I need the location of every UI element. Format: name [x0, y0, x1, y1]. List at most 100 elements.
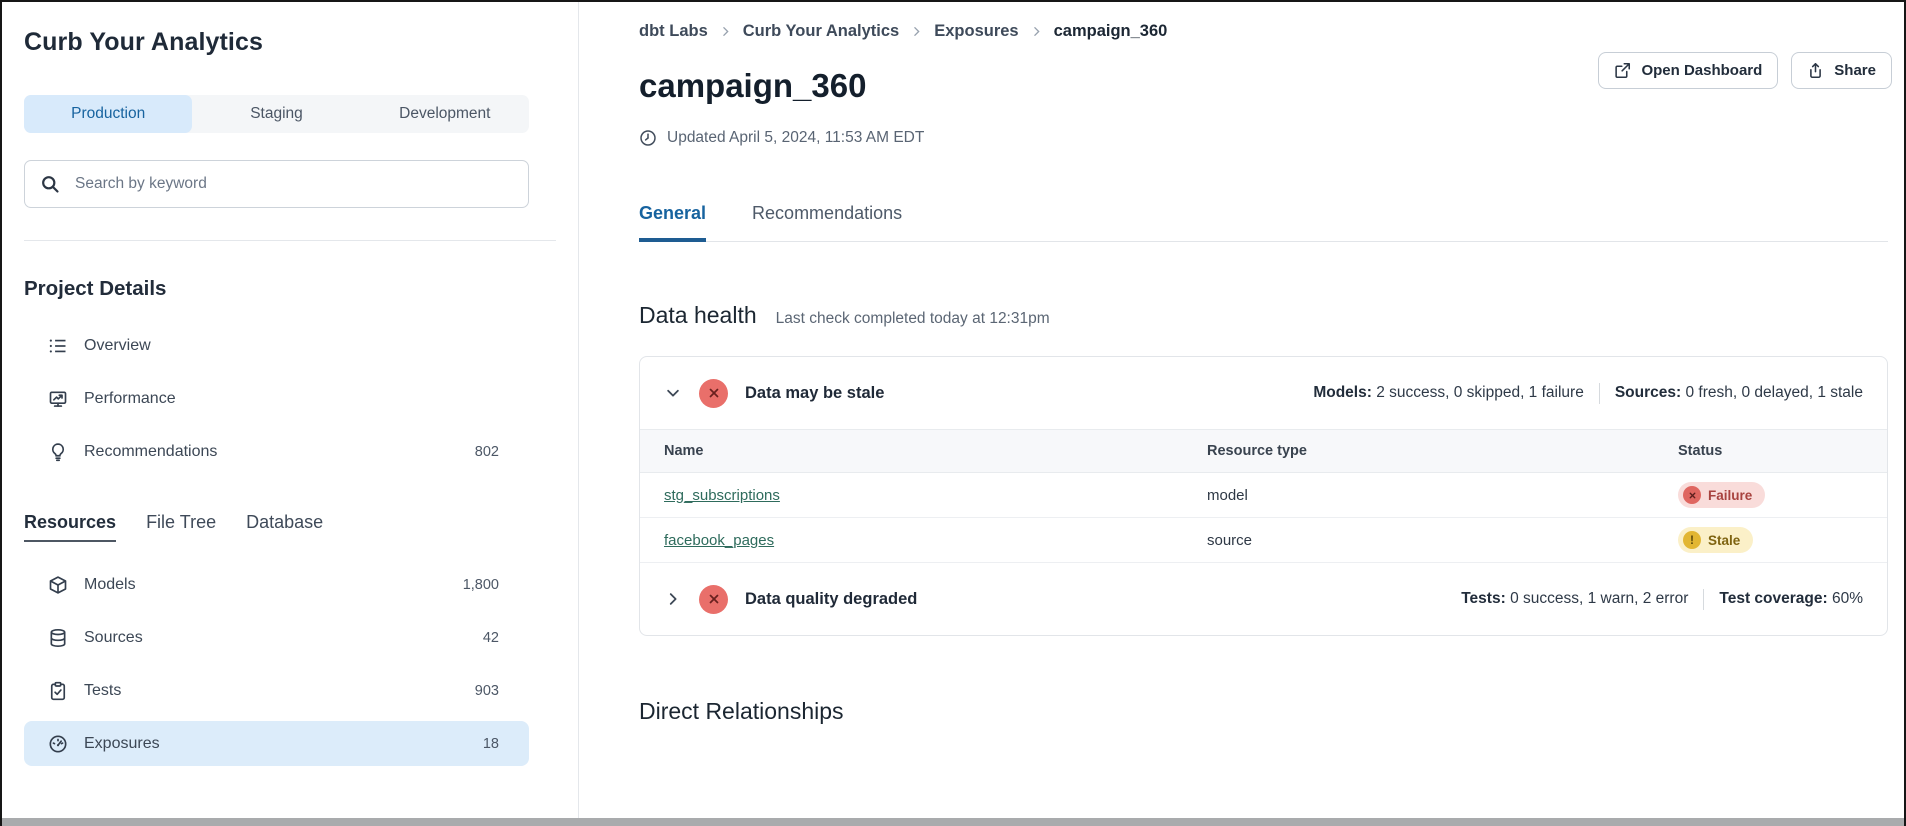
sidebar-divider: [24, 240, 556, 241]
tab-file-tree[interactable]: File Tree: [146, 512, 216, 542]
sidebar-item-label: Models: [84, 576, 136, 594]
clock-icon: [639, 129, 657, 147]
stale-group-row[interactable]: Data may be stale Models: 2 success, 0 s…: [640, 357, 1887, 429]
environment-switcher: Production Staging Development: [24, 95, 529, 133]
external-link-icon: [1614, 62, 1631, 79]
detail-tabs: General Recommendations: [639, 203, 1888, 242]
column-header-resource-type: Resource type: [1207, 443, 1678, 459]
sidebar-item-label: Overview: [84, 337, 151, 355]
open-dashboard-button[interactable]: Open Dashboard: [1598, 52, 1778, 89]
chevron-right-icon: [1030, 25, 1043, 38]
env-tab-production[interactable]: Production: [24, 95, 192, 133]
resource-link-facebook-pages[interactable]: facebook_pages: [664, 532, 774, 549]
updated-timestamp: Updated April 5, 2024, 11:53 AM EDT: [639, 129, 1888, 147]
sidebar-item-sources[interactable]: Sources 42: [24, 615, 529, 660]
status-badge-stale: ! Stale: [1678, 527, 1753, 553]
performance-icon: [48, 389, 68, 409]
list-icon: [48, 336, 68, 356]
stale-resources-table: Name Resource type Status stg_subscripti…: [640, 429, 1887, 563]
tab-general[interactable]: General: [639, 203, 706, 242]
breadcrumb-item-exposures[interactable]: Exposures: [934, 22, 1018, 41]
warning-icon: !: [1683, 531, 1701, 549]
status-badge-label: Stale: [1708, 533, 1740, 548]
chevron-right-icon: [719, 25, 732, 38]
summary-divider: [1703, 589, 1704, 610]
table-row: facebook_pages source ! Stale: [640, 518, 1887, 563]
tab-recommendations[interactable]: Recommendations: [752, 203, 902, 241]
chevron-right-icon[interactable]: [664, 590, 682, 608]
sidebar-item-tests[interactable]: Tests 903: [24, 668, 529, 713]
main-content: dbt Labs Curb Your Analytics Exposures c…: [579, 2, 1904, 818]
column-header-status: Status: [1678, 443, 1863, 459]
tab-resources[interactable]: Resources: [24, 512, 116, 542]
sidebar-item-exposures[interactable]: Exposures 18: [24, 721, 529, 766]
share-label: Share: [1834, 62, 1876, 79]
models-summary-label: Models:: [1313, 384, 1372, 401]
project-details-heading: Project Details: [24, 277, 578, 301]
sidebar-item-recommendations[interactable]: Recommendations 802: [24, 429, 529, 474]
sidebar: Curb Your Analytics Production Staging D…: [2, 2, 579, 818]
stale-group-title: Data may be stale: [745, 384, 884, 403]
item-count: 42: [483, 630, 499, 646]
header-actions: Open Dashboard Share: [1598, 52, 1892, 89]
sidebar-item-overview[interactable]: Overview: [24, 323, 529, 368]
table-row: stg_subscriptions model Failure: [640, 473, 1887, 518]
sources-summary-value: 0 fresh, 0 delayed, 1 stale: [1685, 384, 1863, 401]
env-tab-staging[interactable]: Staging: [192, 95, 360, 133]
gauge-icon: [48, 734, 68, 754]
resource-type-cell: model: [1207, 487, 1678, 504]
error-status-icon: [699, 585, 728, 614]
resource-tabs: Resources File Tree Database: [24, 512, 578, 542]
models-summary-value: 2 success, 0 skipped, 1 failure: [1376, 384, 1584, 401]
column-header-name: Name: [664, 443, 1207, 459]
search-icon: [40, 174, 60, 194]
coverage-summary-value: 60%: [1832, 590, 1863, 607]
chevron-right-icon: [910, 25, 923, 38]
sidebar-item-models[interactable]: Models 1,800: [24, 562, 529, 607]
direct-relationships-heading: Direct Relationships: [639, 698, 1888, 725]
sidebar-item-label: Exposures: [84, 735, 160, 753]
updated-text: Updated April 5, 2024, 11:53 AM EDT: [667, 129, 924, 147]
search-input[interactable]: [73, 174, 513, 194]
quality-group-row[interactable]: Data quality degraded Tests: 0 success, …: [640, 563, 1887, 635]
sidebar-item-label: Tests: [84, 682, 121, 700]
data-health-header: Data health Last check completed today a…: [639, 302, 1888, 329]
sidebar-item-label: Recommendations: [84, 443, 217, 461]
env-tab-development[interactable]: Development: [361, 95, 529, 133]
breadcrumb-item-account[interactable]: dbt Labs: [639, 22, 708, 41]
breadcrumb-item-current: campaign_360: [1054, 22, 1168, 41]
tests-summary-label: Tests:: [1461, 590, 1506, 607]
sources-summary-label: Sources:: [1615, 384, 1681, 401]
breadcrumb-item-project[interactable]: Curb Your Analytics: [743, 22, 899, 41]
sidebar-item-performance[interactable]: Performance: [24, 376, 529, 421]
data-health-subtitle: Last check completed today at 12:31pm: [776, 310, 1050, 328]
data-health-card: Data may be stale Models: 2 success, 0 s…: [639, 356, 1888, 636]
stale-group-summary: Models: 2 success, 0 skipped, 1 failure …: [1313, 383, 1863, 404]
project-details-nav: Overview Performance Recommendations 802: [24, 323, 578, 474]
error-icon: [1683, 486, 1701, 504]
database-icon: [48, 628, 68, 648]
cube-icon: [48, 575, 68, 595]
resources-nav: Models 1,800 Sources 42 Tests 903: [24, 562, 578, 766]
share-button[interactable]: Share: [1791, 52, 1892, 89]
sidebar-search[interactable]: [24, 160, 529, 208]
resource-link-stg-subscriptions[interactable]: stg_subscriptions: [664, 487, 780, 504]
table-header-row: Name Resource type Status: [640, 429, 1887, 473]
summary-divider: [1599, 383, 1600, 404]
clipboard-check-icon: [48, 681, 68, 701]
lightbulb-icon: [48, 442, 68, 462]
resource-type-cell: source: [1207, 532, 1678, 549]
project-title: Curb Your Analytics: [24, 28, 578, 57]
chevron-down-icon[interactable]: [664, 384, 682, 402]
item-count: 1,800: [463, 577, 499, 593]
data-health-heading: Data health: [639, 302, 757, 329]
item-count: 18: [483, 736, 499, 752]
status-badge-label: Failure: [1708, 488, 1752, 503]
item-count: 802: [475, 444, 499, 460]
item-count: 903: [475, 683, 499, 699]
tests-summary-value: 0 success, 1 warn, 2 error: [1510, 590, 1688, 607]
sidebar-item-label: Sources: [84, 629, 143, 647]
breadcrumb: dbt Labs Curb Your Analytics Exposures c…: [639, 22, 1888, 41]
window-bottom-edge: [2, 818, 1904, 826]
tab-database[interactable]: Database: [246, 512, 323, 542]
